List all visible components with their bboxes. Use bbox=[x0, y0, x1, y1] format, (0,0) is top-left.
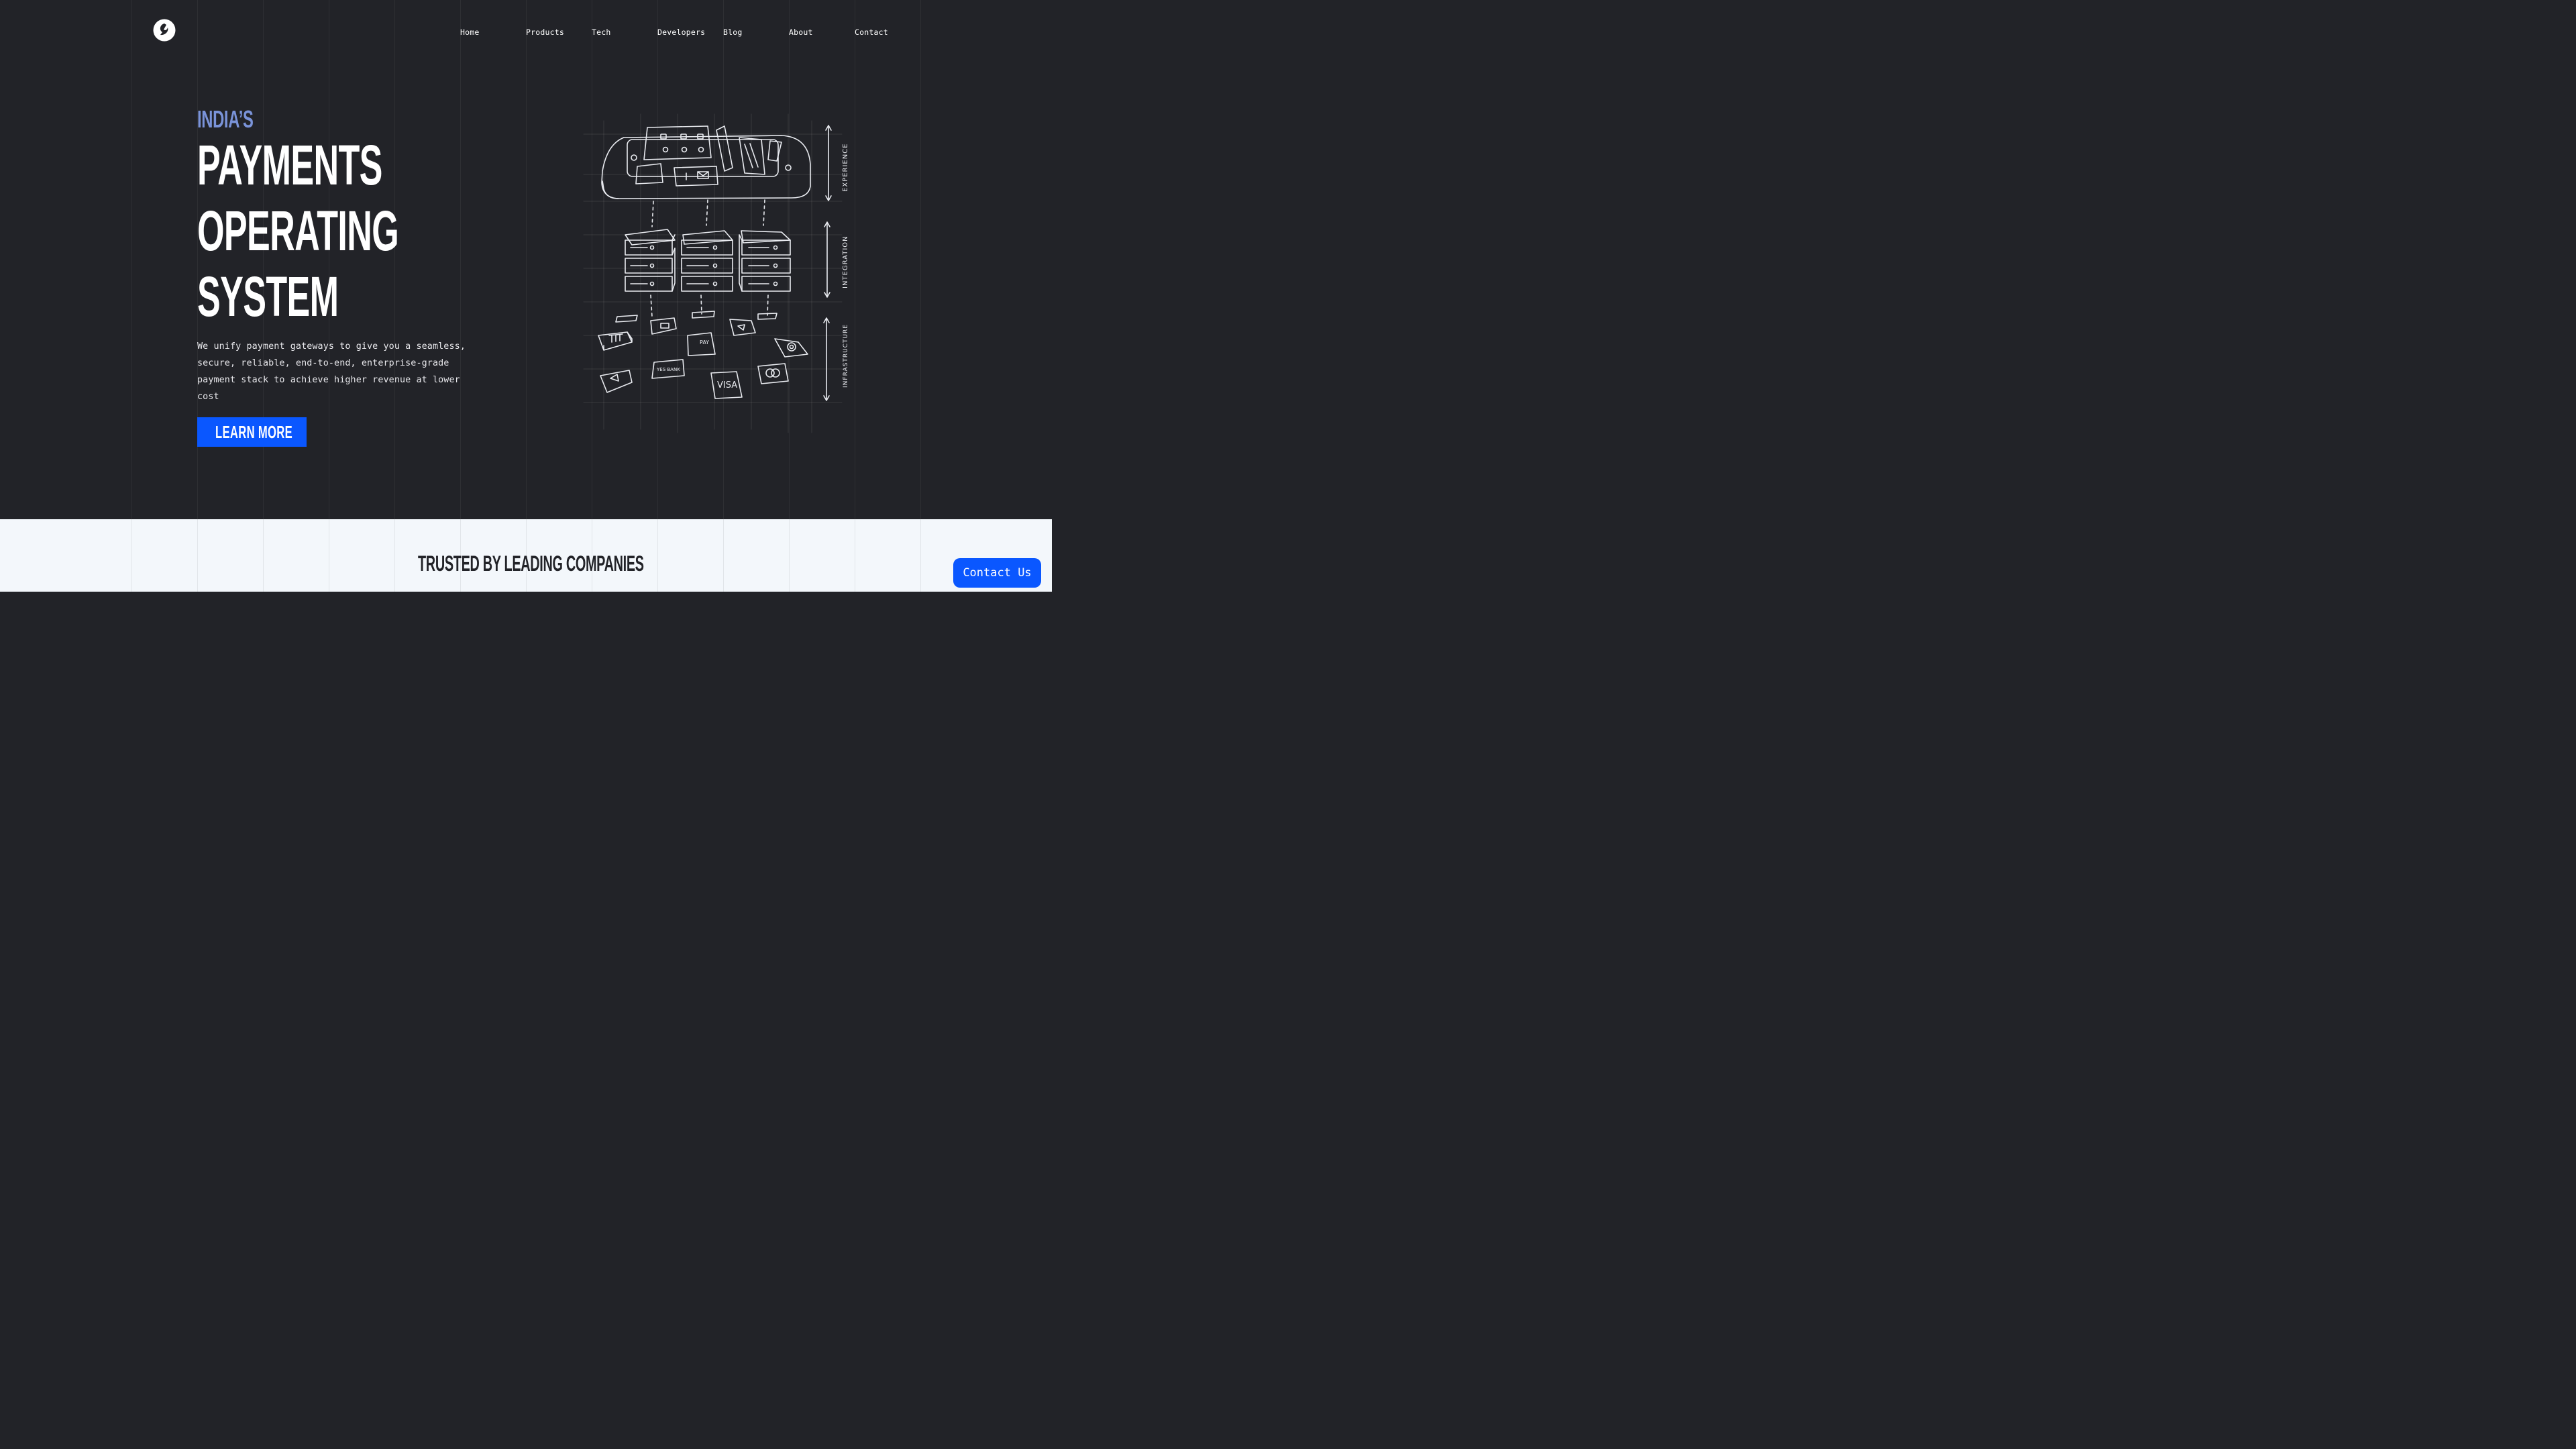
top-nav: Home Products Tech Developers Blog About… bbox=[0, 0, 1052, 64]
hero-headline-line-3: SYSTEM bbox=[197, 265, 339, 328]
contact-us-floating-button[interactable]: Contact Us bbox=[953, 558, 1041, 588]
layer-label-integration: INTEGRATION bbox=[842, 235, 849, 288]
nav-about-link[interactable]: About bbox=[789, 28, 813, 37]
nav-home-link[interactable]: Home bbox=[460, 28, 480, 37]
nav-contact-link[interactable]: Contact bbox=[855, 28, 888, 37]
hero-description: We unify payment gateways to give you a … bbox=[197, 341, 466, 402]
nav-products-link[interactable]: Products bbox=[526, 28, 564, 37]
server-stack-right bbox=[739, 230, 791, 292]
server-stack-left bbox=[625, 229, 676, 292]
nav-blog-link[interactable]: Blog bbox=[723, 28, 743, 37]
hero-section: Home Products Tech Developers Blog About… bbox=[0, 0, 1052, 519]
hero-headline-line-1: PAYMENTS bbox=[197, 133, 382, 197]
learn-more-label: LEARN MORE bbox=[215, 422, 293, 442]
layer-label-experience: EXPERIENCE bbox=[842, 143, 849, 192]
hero-eyebrow: INDIA’S bbox=[197, 105, 254, 133]
tile-label-pay: PAY bbox=[700, 339, 709, 345]
background-grid bbox=[0, 0, 1052, 519]
trusted-section-title: TRUSTED BY LEADING COMPANIES bbox=[418, 551, 644, 576]
nav-tech-link[interactable]: Tech bbox=[592, 28, 611, 37]
server-stack-middle bbox=[681, 230, 733, 292]
nav-developers-link[interactable]: Developers bbox=[657, 28, 705, 37]
tile-label-yes-bank: YES BANK bbox=[656, 367, 680, 372]
learn-more-button[interactable]: LEARN MORE bbox=[197, 417, 307, 447]
layer-label-infrastructure: INFRASTRUCTURE bbox=[843, 324, 849, 388]
tile-label-visa: VISA bbox=[717, 380, 737, 390]
layer-arrows bbox=[823, 125, 832, 401]
hero-headline-line-2: OPERATING bbox=[197, 199, 399, 262]
payments-stack-illustration: PAY YES BANK VISA EXPERIENCE INTEGRATION… bbox=[583, 113, 849, 433]
